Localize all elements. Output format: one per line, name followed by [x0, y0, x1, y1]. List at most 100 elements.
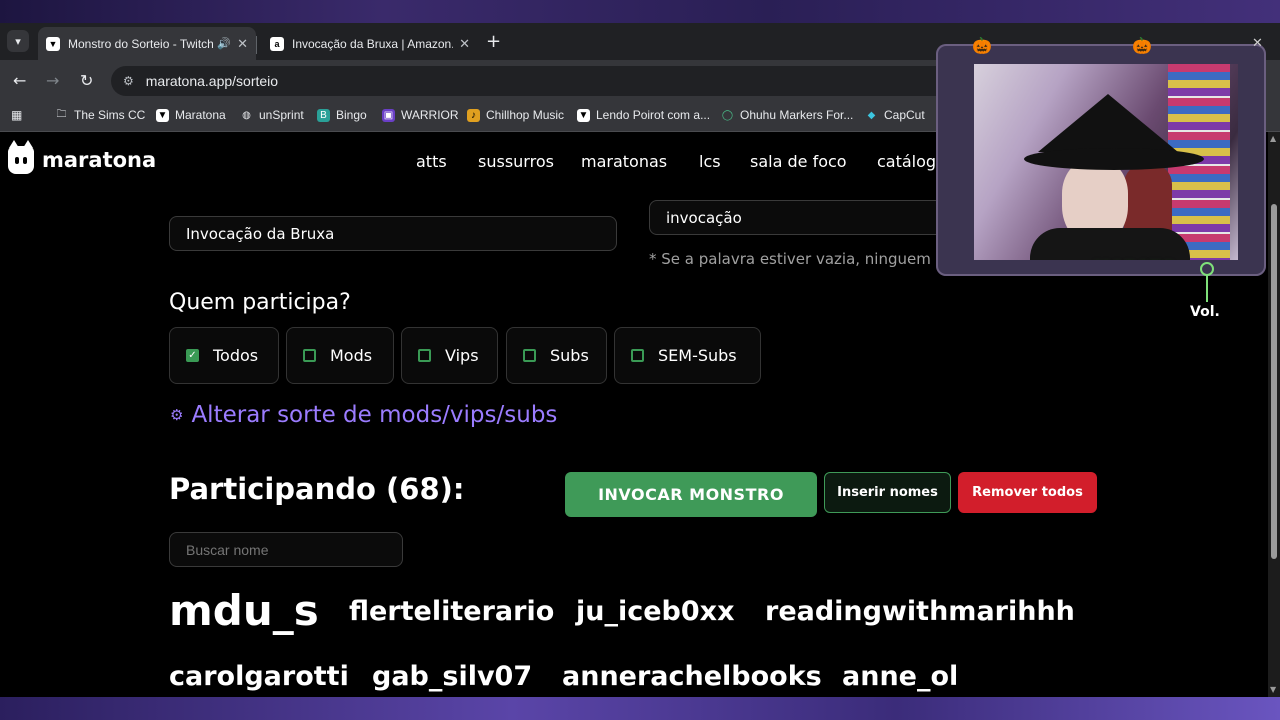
summon-monster-button[interactable]: INVOCAR MONSTRO: [565, 472, 817, 517]
bookmark-label: Maratona: [175, 108, 226, 122]
bookmark-label: Bingo: [336, 108, 367, 122]
speaker-icon[interactable]: 🔊: [217, 37, 231, 50]
nav-maratonas[interactable]: maratonas: [581, 152, 667, 171]
close-icon: ✕: [1252, 36, 1263, 51]
search-name-input[interactable]: [169, 532, 403, 567]
filter-label: Todos: [213, 346, 259, 365]
bookmark-label: The Sims CC: [74, 108, 146, 122]
bookmark-capcut[interactable]: ◆ CapCut: [865, 108, 925, 122]
remove-all-button[interactable]: Remover todos: [958, 472, 1097, 513]
prize-input[interactable]: Invocação da Bruxa: [169, 216, 617, 251]
participant-name: ju_iceb0xx: [576, 596, 735, 627]
tab-twitch[interactable]: ▼ Monstro do Sorteio - Twitch 🔊 ✕: [38, 27, 256, 60]
tab-divider: [256, 36, 257, 54]
site-logo[interactable]: maratona: [8, 140, 157, 174]
address-bar[interactable]: ⚙ maratona.app/sorteio: [111, 66, 951, 96]
site-settings-icon[interactable]: ⚙: [123, 74, 134, 88]
close-icon[interactable]: ✕: [459, 36, 470, 52]
pumpkin-icon: 🎃: [972, 36, 992, 55]
back-icon[interactable]: ←: [13, 71, 26, 90]
gear-icon: ⚙: [170, 406, 184, 424]
bookmark-lendo-poirot[interactable]: ▼ Lendo Poirot com a...: [577, 108, 710, 122]
stream-frame-top: [0, 0, 1280, 23]
participant-name: gab_silv07: [372, 661, 533, 692]
webcam-video: MARATOWEEN: [974, 64, 1238, 260]
tab-title: Monstro do Sorteio - Twitch: [68, 36, 214, 51]
volume-icon: [1200, 262, 1216, 302]
filter-label: Mods: [330, 346, 373, 365]
witch-hat: [1038, 94, 1178, 152]
insert-names-button[interactable]: Inserir nomes: [824, 472, 951, 513]
tab-search-button[interactable]: ▾: [7, 30, 29, 52]
scroll-down-icon[interactable]: ▼: [1270, 685, 1276, 694]
url-text[interactable]: maratona.app/sorteio: [146, 73, 278, 89]
bookmark-label: Ohuhu Markers For...: [740, 108, 854, 122]
bookmark-chillhop[interactable]: ♪ Chillhop Music: [467, 108, 564, 122]
filter-label: Vips: [445, 346, 479, 365]
participant-name: readingwithmarihhh: [765, 596, 1075, 627]
page-scrollbar[interactable]: ▲ ▼: [1268, 132, 1280, 697]
bookmark-label: Chillhop Music: [486, 108, 565, 122]
bingo-icon: B: [317, 108, 330, 122]
participant-name: carolgarotti: [169, 661, 349, 692]
participant-name: anne_ol: [842, 661, 959, 692]
filter-heading: Quem participa?: [169, 290, 351, 315]
keyword-value: invocação: [666, 208, 742, 227]
nav-sala-de-foco[interactable]: sala de foco: [750, 152, 847, 171]
forward-icon[interactable]: →: [46, 71, 59, 90]
capcut-icon: ◆: [867, 109, 876, 121]
reload-icon[interactable]: ↻: [80, 71, 93, 90]
filter-sem-subs[interactable]: SEM-Subs: [614, 327, 761, 384]
checkbox-icon: [631, 349, 644, 362]
maratona-icon: ▼: [46, 36, 60, 51]
participant-name: flerteliterario: [349, 596, 555, 627]
filter-label: Subs: [550, 346, 589, 365]
checkbox-icon: [418, 349, 431, 362]
webcam-overlay: 🎃 🎃 ✕ MARATOWEEN: [936, 36, 1266, 282]
apps-icon[interactable]: ▦: [11, 108, 22, 122]
checkbox-icon: [303, 349, 316, 362]
keyword-hint: * Se a palavra estiver vazia, ninguem m: [649, 250, 951, 268]
scrollbar-thumb[interactable]: [1271, 204, 1277, 559]
checkbox-checked-icon: ✓: [186, 349, 199, 362]
maratona-cat-icon: [8, 140, 34, 174]
close-icon[interactable]: ✕: [237, 36, 248, 52]
bookmark-warrior[interactable]: ▣ WARRIOR: [382, 108, 459, 122]
bookmark-bingo[interactable]: B Bingo: [317, 108, 367, 122]
nav-lcs[interactable]: lcs: [699, 152, 721, 171]
bookmark-unsprint[interactable]: ◍ unSprint: [240, 108, 304, 122]
pumpkin-icon: 🎃: [1132, 36, 1152, 55]
participants-heading: Participando (68):: [169, 472, 465, 506]
scroll-up-icon[interactable]: ▲: [1270, 134, 1276, 143]
bookmark-ohuhu[interactable]: ◯ Ohuhu Markers For...: [721, 108, 853, 122]
keyword-input[interactable]: invocação: [649, 200, 949, 235]
participant-name: mdu_s: [169, 586, 319, 635]
prize-value: Invocação da Bruxa: [186, 224, 335, 243]
filter-vips[interactable]: Vips: [401, 327, 498, 384]
chevron-down-icon: ▾: [15, 34, 21, 48]
maratona-icon: ▼: [156, 108, 169, 122]
volume-label: Vol.: [1190, 304, 1220, 320]
filter-subs[interactable]: Subs: [506, 327, 607, 384]
folder-icon: 🗀: [56, 108, 67, 120]
amazon-icon: a: [270, 36, 284, 51]
bookmark-label: CapCut: [884, 108, 925, 122]
streamer-body: [1030, 228, 1190, 260]
luck-link-text: Alterar sorte de mods/vips/subs: [191, 402, 558, 428]
filter-mods[interactable]: Mods: [286, 327, 394, 384]
bookmark-the-sims-cc[interactable]: 🗀 The Sims CC: [55, 108, 146, 122]
bookmark-label: unSprint: [259, 108, 304, 122]
maratona-icon: ▼: [577, 108, 590, 122]
witch-hat-brim: [1024, 148, 1204, 170]
ohuhu-icon: ◯: [721, 109, 734, 121]
tab-amazon[interactable]: a Invocação da Bruxa | Amazon.com ✕: [262, 27, 478, 60]
nav-atts[interactable]: atts: [416, 152, 447, 171]
new-tab-button[interactable]: +: [486, 31, 501, 52]
filter-todos[interactable]: ✓ Todos: [169, 327, 279, 384]
brand-name: maratona: [42, 148, 157, 172]
nav-sussurros[interactable]: sussurros: [478, 152, 554, 171]
participant-name: annerachelbooks: [562, 661, 822, 692]
bookmark-label: Lendo Poirot com a...: [596, 108, 711, 122]
alter-luck-link[interactable]: ⚙ Alterar sorte de mods/vips/subs: [170, 402, 557, 428]
bookmark-maratona[interactable]: ▼ Maratona: [156, 108, 226, 122]
